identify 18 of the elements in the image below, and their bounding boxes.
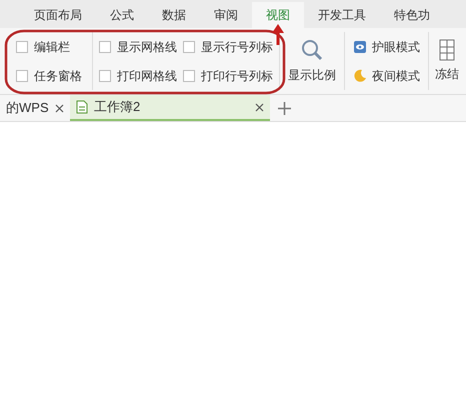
checkbox-label: 任务窗格 <box>34 68 82 84</box>
menu-tab[interactable]: 特色功 <box>380 2 444 28</box>
menu-tab[interactable]: 审阅 <box>200 2 252 28</box>
checkbox-label: 打印网格线 <box>117 68 177 84</box>
checkbox-label: 显示网格线 <box>117 38 177 56</box>
freeze-button[interactable]: 冻结 <box>429 28 465 94</box>
menu-tab[interactable]: 公式 <box>96 2 148 28</box>
document-tab[interactable]: 工作簿2 <box>70 95 270 121</box>
mode-button[interactable]: 护眼模式 <box>353 38 420 56</box>
menu-tab[interactable]: 页面布局 <box>20 2 96 28</box>
mode-button[interactable]: 夜间模式 <box>353 66 420 84</box>
checkbox-label: 打印行号列标 <box>201 68 273 84</box>
checkbox-label: 显示行号列标 <box>201 38 273 56</box>
menu-tab[interactable]: 数据 <box>148 2 200 28</box>
checkbox-label: 编辑栏 <box>34 38 70 56</box>
menu-tab[interactable]: 开发工具 <box>304 2 380 28</box>
menu-tab[interactable]: 视图 <box>252 2 304 28</box>
zoom-button[interactable]: 显示比例 <box>280 32 345 90</box>
